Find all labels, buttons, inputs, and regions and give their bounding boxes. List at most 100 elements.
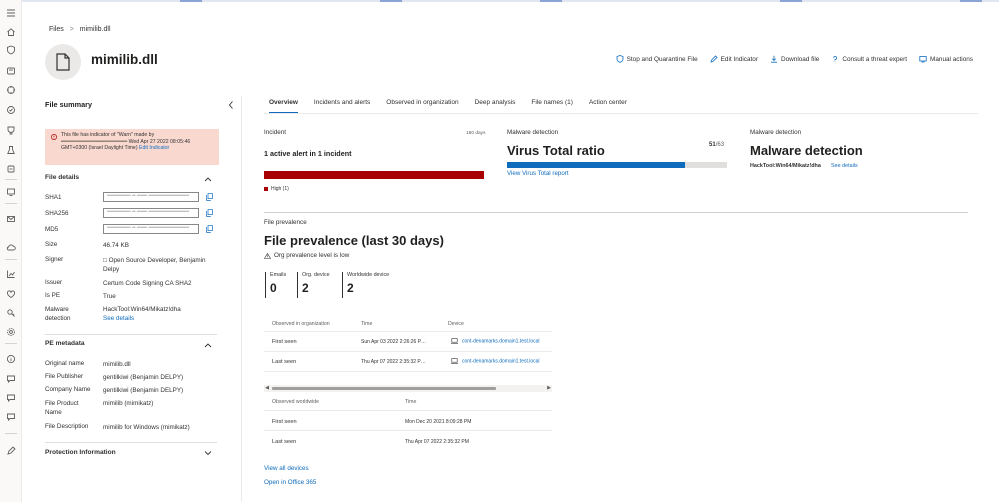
tab-observed-in-organization[interactable]: Observed in organization	[386, 99, 458, 114]
open-in-office-365-link[interactable]: Open in Office 365	[264, 479, 316, 486]
secure-score-icon[interactable]	[6, 125, 16, 135]
comment-icon[interactable]	[6, 374, 16, 384]
is-pe-label: Is PE	[45, 292, 61, 299]
tab-incidents-and-alerts[interactable]: Incidents and alerts	[314, 99, 370, 114]
file-icon	[56, 53, 70, 71]
incidents-icon[interactable]	[6, 66, 16, 76]
column-header[interactable]: Observed in organization	[272, 321, 330, 327]
scrollbar-thumb[interactable]	[272, 387, 496, 390]
md5-value[interactable]: ═══════ ═ ═══ ════════════	[103, 224, 199, 234]
incident-severity-bar	[264, 171, 484, 179]
settings-icon[interactable]	[6, 327, 16, 337]
manual-actions-button[interactable]: Manual actions	[919, 55, 973, 63]
issuer-value: Certum Code Signing CA SHA2	[103, 280, 192, 287]
download-file-label: Download file	[780, 55, 820, 63]
table-row[interactable]: Last seen Thu Apr 07 2022 2:35:32 P… con…	[264, 352, 552, 372]
trials-icon[interactable]	[6, 164, 16, 174]
md-card-label: Malware detection	[750, 129, 802, 136]
consult-threat-expert-button[interactable]: Consult a threat expert	[831, 55, 907, 63]
row-time: Thu Apr 07 2022 2:35:32 P…	[361, 359, 426, 365]
pe-metadata-heading[interactable]: PE metadata	[45, 340, 85, 347]
copy-icon[interactable]	[206, 225, 213, 233]
incident-summary[interactable]: 1 active alert in 1 incident	[264, 149, 351, 158]
chevron-left-icon[interactable]	[227, 100, 235, 110]
row-label: First seen	[272, 339, 297, 345]
table-row[interactable]: Last seen Thu Apr 07 2022 2:35:32 PM	[264, 431, 552, 452]
edit-icon[interactable]	[6, 446, 16, 456]
nav-separator	[5, 259, 17, 260]
warning-icon	[51, 134, 57, 140]
hunting-icon[interactable]	[6, 85, 16, 95]
chevron-up-icon[interactable]	[204, 176, 212, 182]
email-icon[interactable]	[6, 214, 16, 224]
action-center-icon[interactable]	[6, 105, 16, 115]
sha1-value[interactable]: ═══════ ═ ═══ ════════════	[103, 192, 199, 202]
breadcrumb-files-link[interactable]: Files	[49, 26, 64, 33]
malware-name: HackTool:Win64/Mikatz!dha	[103, 306, 181, 313]
stop-quarantine-label: Stop and Quarantine File	[626, 55, 698, 63]
menu-icon[interactable]	[6, 8, 16, 18]
file-publisher-value: gentilkiwi (Benjamin DELPY)	[103, 374, 184, 381]
scroll-left-icon[interactable]: ◀	[264, 385, 270, 392]
view-virus-total-link[interactable]: View Virus Total report	[507, 170, 569, 177]
device-icon	[451, 338, 458, 344]
edit-indicator-link[interactable]: Edit Indicator	[139, 145, 169, 151]
sha1-label: SHA1	[45, 194, 62, 201]
file-summary-title: File summary	[45, 100, 93, 109]
info-icon[interactable]	[6, 354, 16, 364]
reports-icon[interactable]	[6, 269, 16, 279]
tab-overview[interactable]: Overview	[269, 99, 298, 114]
learning-hub-icon[interactable]	[6, 145, 16, 155]
incident-range: 180 days	[466, 131, 486, 136]
copy-icon[interactable]	[206, 209, 213, 217]
org-device-stat-value: 2	[302, 281, 309, 295]
issuer-label: Issuer	[45, 279, 63, 286]
emails-stat-value: 0	[270, 281, 277, 295]
home-icon[interactable]	[6, 27, 16, 37]
scroll-right-icon[interactable]: ▶	[546, 385, 552, 392]
org-device-stat-label: Org. device	[302, 272, 330, 278]
chevron-down-icon[interactable]	[204, 450, 212, 456]
column-header[interactable]: Device	[448, 321, 464, 327]
emails-stat-label: Emails	[270, 272, 287, 278]
malware-detection-value: HackTool:Win64/Mikatz!dha See details	[103, 305, 221, 323]
column-header[interactable]: Time	[361, 321, 372, 327]
device-link[interactable]: cont-denamarks.domain1.test.local	[462, 358, 540, 364]
copy-icon[interactable]	[206, 193, 213, 201]
protection-information-heading[interactable]: Protection Information	[45, 449, 116, 456]
company-name-value: gentilkiwi (Benjamin DELPY)	[103, 387, 184, 394]
cloud-icon[interactable]	[6, 242, 16, 252]
tab-deep-analysis[interactable]: Deep analysis	[475, 99, 516, 114]
file-details-heading[interactable]: File details	[45, 174, 79, 181]
row-device: cont-denamarks.domain1.test.local	[451, 338, 540, 344]
comment-icon[interactable]	[6, 412, 16, 422]
original-name-value: mimilib.dll	[103, 361, 131, 368]
md-see-details-link[interactable]: See details	[831, 163, 858, 169]
shield-icon[interactable]	[6, 45, 16, 55]
sha256-value[interactable]: ═══════ ═ ═══ ════════════	[103, 208, 199, 218]
table-row[interactable]: First seen Mon Dec 20 2021 8:09:28 PM	[264, 411, 552, 431]
breadcrumb: Files > mimilib.dll	[49, 26, 115, 33]
assets-icon[interactable]	[6, 187, 16, 197]
chevron-up-icon[interactable]	[204, 342, 212, 348]
edit-indicator-button[interactable]: Edit Indicator	[710, 55, 758, 63]
tab-action-center[interactable]: Action center	[589, 99, 627, 114]
see-details-link[interactable]: See details	[103, 315, 134, 322]
table-row[interactable]: First seen Sun Apr 03 2022 2:26:26 P… co…	[264, 332, 552, 352]
row-time: Thu Apr 07 2022 2:35:32 PM	[405, 439, 469, 445]
view-all-devices-link[interactable]: View all devices	[264, 465, 309, 472]
download-file-button[interactable]: Download file	[770, 55, 819, 63]
org-device-stat: Org. device 2	[297, 272, 330, 298]
device-link[interactable]: cont-denamarks.domain1.test.local	[462, 338, 540, 344]
column-header[interactable]: Time	[405, 399, 416, 405]
nav-separator	[5, 179, 17, 180]
permissions-icon[interactable]	[6, 308, 16, 318]
health-icon[interactable]	[6, 289, 16, 299]
action-bar: Stop and Quarantine File Edit Indicator …	[616, 55, 973, 63]
tab-file-names[interactable]: File names (1)	[531, 99, 573, 114]
comment-icon[interactable]	[6, 393, 16, 403]
stop-quarantine-button[interactable]: Stop and Quarantine File	[616, 55, 698, 63]
column-header[interactable]: Observed worldwide	[272, 399, 319, 405]
horizontal-scrollbar[interactable]: ◀ ▶	[264, 385, 552, 392]
file-description-label: File Description	[45, 423, 89, 430]
